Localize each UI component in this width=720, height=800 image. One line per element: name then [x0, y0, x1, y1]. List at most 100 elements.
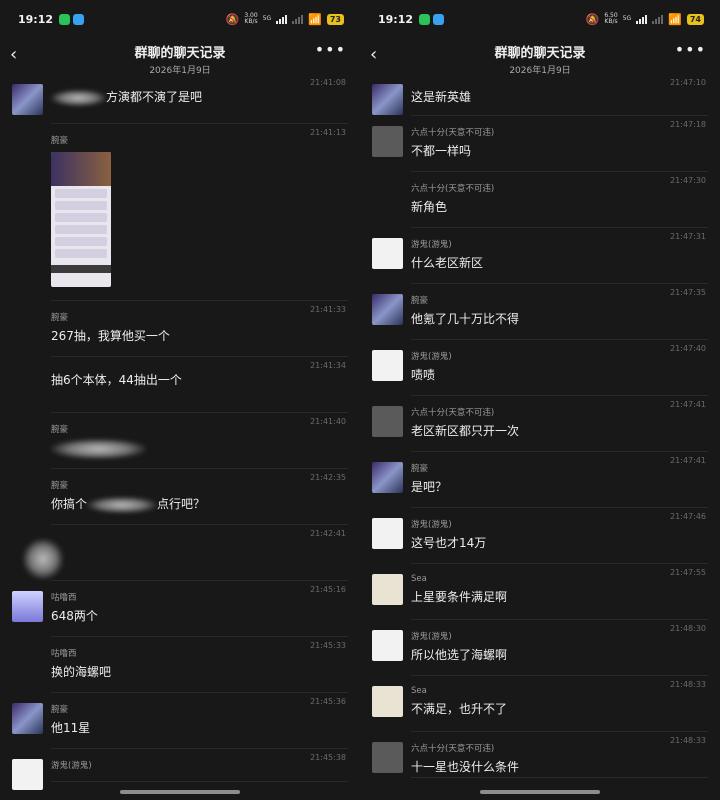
- message-list: 这是新英雄 21:47:10 六点十分(天意不可违) 不都一样吗 21:47:18 六点十…: [360, 74, 720, 778]
- redacted-blur: [51, 439, 146, 459]
- message-item[interactable]: Sea 不满足，也升不了 21:48:33: [360, 676, 720, 732]
- message-item[interactable]: 抽6个本体，44抽出一个 21:41:34: [0, 357, 360, 413]
- message-item[interactable]: 六点十分(天意不可违) 老区新区都只开一次 21:47:41: [360, 396, 720, 452]
- message-item[interactable]: 腕豪 21:41:13: [0, 124, 360, 301]
- message-text: 他氪了几十万比不得: [411, 312, 520, 326]
- message-body: 游鬼(游鬼) 啧啧: [411, 350, 708, 396]
- avatar[interactable]: [372, 462, 403, 493]
- right-phone-screen: 19:12 🔕 6.50 KB/s 5G 📶 74 ‹ 群聊的聊天记录 2026…: [360, 0, 720, 800]
- message-time: 21:48:30: [670, 624, 706, 633]
- more-icon[interactable]: •••: [675, 40, 706, 59]
- back-icon[interactable]: ‹: [370, 44, 377, 65]
- message-time: 21:45:36: [310, 697, 346, 706]
- message-body: 方演都不演了是吧: [51, 84, 348, 124]
- redacted-image: [23, 539, 63, 579]
- message-item[interactable]: 游鬼(游鬼) 啧啧 21:47:40: [360, 340, 720, 396]
- home-indicator[interactable]: [480, 790, 600, 794]
- avatar[interactable]: [372, 742, 403, 773]
- message-text: 十一星也没什么条件: [411, 760, 520, 774]
- avatar[interactable]: [12, 591, 43, 622]
- message-time: 21:47:31: [670, 232, 706, 241]
- sender-name: 咕噜西: [51, 593, 77, 603]
- avatar-placeholder: [12, 423, 43, 454]
- message-item[interactable]: 21:42:41: [0, 525, 360, 581]
- avatar[interactable]: [372, 574, 403, 605]
- page-title: 群聊的聊天记录: [494, 46, 586, 61]
- message-body: 游鬼(游鬼): [51, 759, 348, 782]
- message-item[interactable]: 游鬼(游鬼) 什么老区新区 21:47:31: [360, 228, 720, 284]
- message-item[interactable]: 游鬼(游鬼) 所以他选了海螺啊 21:48:30: [360, 620, 720, 676]
- avatar-placeholder: [12, 367, 43, 398]
- message-body: 抽6个本体，44抽出一个: [51, 367, 348, 413]
- message-text: 抽6个本体，44抽出一个: [51, 373, 182, 387]
- message-item[interactable]: Sea 上星要条件满足啊 21:47:55: [360, 564, 720, 620]
- signal2-icon: [292, 14, 304, 24]
- wifi-icon: 📶: [308, 12, 322, 26]
- avatar[interactable]: [372, 294, 403, 325]
- net-speed: 3.00 KB/s: [244, 12, 258, 25]
- sender-name: 腕豪: [51, 481, 69, 491]
- message-text-part: 点行吧？: [157, 497, 206, 511]
- image-attachment[interactable]: [51, 152, 111, 287]
- message-text: 什么老区新区: [411, 256, 484, 270]
- sender-name: 游鬼(游鬼): [411, 520, 452, 530]
- sender-name: 六点十分(天意不可违): [411, 744, 495, 754]
- sender-name: 腕豪: [411, 296, 429, 306]
- status-bar: 19:12 🔕 3.00 KB/s 5G 📶 73: [0, 0, 360, 38]
- avatar[interactable]: [372, 350, 403, 381]
- message-item[interactable]: 腕豪 267抽，我算他买一个 21:41:33: [0, 301, 360, 357]
- message-item[interactable]: 腕豪 你搞个 点行吧？ 21:42:35: [0, 469, 360, 525]
- message-text-part: 你搞个: [51, 497, 88, 511]
- more-icon[interactable]: •••: [315, 40, 346, 59]
- avatar[interactable]: [12, 703, 43, 734]
- message-item[interactable]: 咕噜西 换的海螺吧 21:45:33: [0, 637, 360, 693]
- avatar[interactable]: [372, 84, 403, 115]
- message-item[interactable]: 腕豪 是吧？ 21:47:41: [360, 452, 720, 508]
- back-icon[interactable]: ‹: [10, 44, 17, 65]
- net-speed: 6.50 KB/s: [604, 12, 618, 25]
- app-notification-icon: [73, 13, 85, 25]
- avatar[interactable]: [12, 759, 43, 790]
- avatar[interactable]: [372, 238, 403, 269]
- message-item[interactable]: 六点十分(天意不可违) 十一星也没什么条件 21:48:33: [360, 732, 720, 778]
- message-item[interactable]: 游鬼(游鬼) 这号也才14万 21:47:46: [360, 508, 720, 564]
- chat-header: ‹ 群聊的聊天记录 2026年1月9日 •••: [360, 38, 720, 76]
- message-item[interactable]: 六点十分(天意不可违) 新角色 21:47:30: [360, 172, 720, 228]
- avatar[interactable]: [372, 406, 403, 437]
- avatar[interactable]: [372, 126, 403, 157]
- avatar[interactable]: [372, 686, 403, 717]
- message-text: 老区新区都只开一次: [411, 424, 520, 438]
- sender-name: 腕豪: [51, 313, 69, 323]
- message-item[interactable]: 方演都不演了是吧 21:41:08: [0, 74, 360, 124]
- message-time: 21:47:55: [670, 568, 706, 577]
- message-text: 不都一样吗: [411, 144, 472, 158]
- message-body: 腕豪: [51, 134, 348, 301]
- message-time: 21:47:46: [670, 512, 706, 521]
- message-item[interactable]: 这是新英雄 21:47:10: [360, 74, 720, 116]
- redacted-blur: [51, 89, 106, 106]
- message-time: 21:45:33: [310, 641, 346, 650]
- message-item[interactable]: 六点十分(天意不可违) 不都一样吗 21:47:18: [360, 116, 720, 172]
- sender-name: 腕豪: [51, 705, 69, 715]
- avatar[interactable]: [12, 84, 43, 115]
- sender-name: Sea: [411, 574, 427, 584]
- avatar[interactable]: [372, 518, 403, 549]
- message-text: 啧啧: [411, 368, 436, 382]
- message-item[interactable]: 腕豪 21:41:40: [0, 413, 360, 469]
- message-body: 六点十分(天意不可违) 不都一样吗: [411, 126, 708, 172]
- message-item[interactable]: 游鬼(游鬼) 21:45:38: [0, 749, 360, 790]
- home-indicator[interactable]: [120, 790, 240, 794]
- message-body: 游鬼(游鬼) 这号也才14万: [411, 518, 708, 564]
- message-item[interactable]: 腕豪 他氪了几十万比不得 21:47:35: [360, 284, 720, 340]
- message-body: 腕豪 是吧？: [411, 462, 708, 508]
- avatar[interactable]: [372, 630, 403, 661]
- message-time: 21:48:33: [670, 680, 706, 689]
- message-time: 21:45:38: [310, 753, 346, 762]
- left-phone-screen: 19:12 🔕 3.00 KB/s 5G 📶 73 ‹ 群聊的聊天记录 2026…: [0, 0, 360, 800]
- message-item[interactable]: 咕噜西 648两个 21:45:16: [0, 581, 360, 637]
- sender-name: 腕豪: [51, 136, 69, 146]
- sender-name: 腕豪: [411, 464, 429, 474]
- message-time: 21:47:30: [670, 176, 706, 185]
- message-item[interactable]: 腕豪 他11星 21:45:36: [0, 693, 360, 749]
- signal2-icon: [652, 14, 664, 24]
